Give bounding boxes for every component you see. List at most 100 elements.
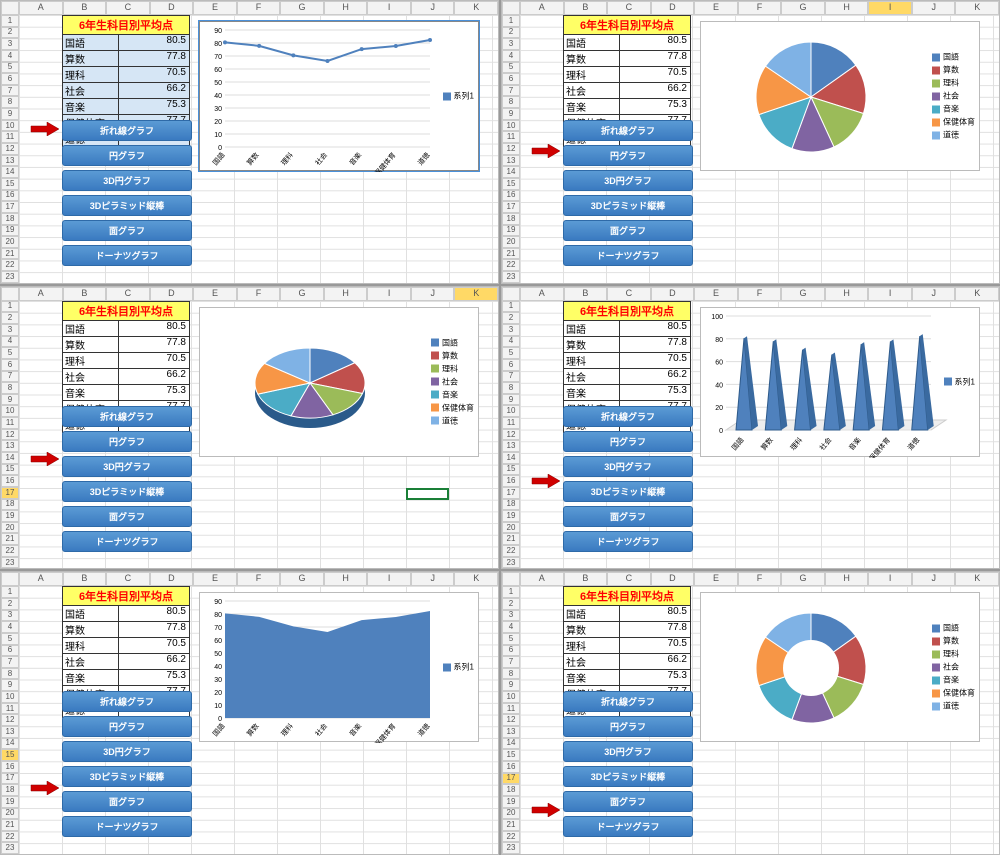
table-row[interactable]: 国語80.5: [62, 321, 190, 337]
chart-container[interactable]: 0102030405060708090国語算数理科社会音楽保健体育道徳系列1: [199, 592, 479, 742]
column-header[interactable]: K: [955, 572, 999, 586]
chart-type-button[interactable]: 円グラフ: [62, 431, 192, 452]
chart-type-button[interactable]: ドーナツグラフ: [62, 531, 192, 552]
chart-type-button[interactable]: 円グラフ: [563, 145, 693, 166]
column-header[interactable]: G: [280, 287, 324, 301]
chart-type-button[interactable]: ドーナツグラフ: [563, 816, 693, 837]
row-header[interactable]: 9: [1, 394, 19, 406]
row-header[interactable]: 1: [1, 15, 19, 27]
row-header[interactable]: 16: [1, 761, 19, 773]
column-header[interactable]: H: [825, 1, 869, 15]
column-header[interactable]: B: [564, 287, 608, 301]
column-header[interactable]: E: [193, 572, 237, 586]
row-header[interactable]: 17: [1, 773, 19, 785]
row-header[interactable]: 18: [1, 213, 19, 225]
row-header[interactable]: 6: [502, 359, 520, 371]
row-header[interactable]: 18: [502, 213, 520, 225]
row-header[interactable]: 22: [502, 259, 520, 271]
column-header[interactable]: D: [651, 287, 695, 301]
table-row[interactable]: 音楽75.3: [563, 670, 691, 686]
table-row[interactable]: 算数77.8: [563, 337, 691, 353]
table-row[interactable]: 音楽75.3: [563, 385, 691, 401]
chart-type-button[interactable]: 円グラフ: [563, 716, 693, 737]
row-header[interactable]: 14: [502, 166, 520, 178]
row-header[interactable]: 14: [502, 738, 520, 750]
row-header[interactable]: 21: [502, 533, 520, 545]
sheet-grid[interactable]: 6年生科目別平均点国語80.5算数77.8理科70.5社会66.2音楽75.3保…: [19, 15, 498, 283]
table-row[interactable]: 社会66.2: [62, 83, 190, 99]
row-header[interactable]: 17: [502, 773, 520, 785]
row-header[interactable]: 11: [1, 703, 19, 715]
row-header[interactable]: 18: [1, 499, 19, 511]
column-header[interactable]: G: [781, 287, 825, 301]
row-header[interactable]: 14: [1, 452, 19, 464]
row-header[interactable]: 8: [502, 96, 520, 108]
column-header[interactable]: E: [193, 287, 237, 301]
row-header[interactable]: 19: [1, 225, 19, 237]
row-header[interactable]: 14: [1, 166, 19, 178]
column-header[interactable]: E: [694, 287, 738, 301]
column-header[interactable]: B: [63, 1, 107, 15]
chart-type-button[interactable]: 3D円グラフ: [62, 456, 192, 477]
row-header[interactable]: 4: [502, 621, 520, 633]
row-header[interactable]: 1: [1, 301, 19, 313]
row-header[interactable]: 7: [1, 85, 19, 97]
chart-container[interactable]: 0102030405060708090国語算数理科社会音楽保健体育道徳系列1: [199, 21, 479, 171]
row-header[interactable]: 7: [1, 371, 19, 383]
column-header[interactable]: C: [607, 1, 651, 15]
column-header[interactable]: B: [63, 287, 107, 301]
column-header[interactable]: H: [825, 572, 869, 586]
column-header[interactable]: F: [237, 287, 281, 301]
row-header[interactable]: 1: [502, 301, 520, 313]
row-header[interactable]: 6: [502, 73, 520, 85]
column-header[interactable]: C: [106, 287, 150, 301]
row-header[interactable]: 4: [502, 336, 520, 348]
select-all-corner[interactable]: [1, 1, 19, 15]
sheet-grid[interactable]: 6年生科目別平均点国語80.5算数77.8理科70.5社会66.2音楽75.3保…: [520, 15, 999, 283]
sheet-grid[interactable]: 6年生科目別平均点国語80.5算数77.8理科70.5社会66.2音楽75.3保…: [520, 586, 999, 854]
row-header[interactable]: 22: [1, 545, 19, 557]
row-header[interactable]: 13: [1, 440, 19, 452]
chart-type-button[interactable]: 折れ線グラフ: [62, 406, 192, 427]
chart-type-button[interactable]: ドーナツグラフ: [563, 245, 693, 266]
chart-type-button[interactable]: 3Dピラミッド縦棒: [563, 766, 693, 787]
row-header[interactable]: 4: [502, 50, 520, 62]
table-row[interactable]: 理科70.5: [563, 67, 691, 83]
row-header[interactable]: 11: [502, 417, 520, 429]
column-header[interactable]: H: [324, 1, 368, 15]
row-header[interactable]: 17: [502, 487, 520, 499]
chart-type-button[interactable]: ドーナツグラフ: [62, 816, 192, 837]
row-header[interactable]: 23: [502, 557, 520, 569]
row-header[interactable]: 3: [1, 324, 19, 336]
chart-container[interactable]: 国語算数理科社会音楽保健体育道徳: [700, 592, 980, 742]
chart-type-button[interactable]: 円グラフ: [62, 145, 192, 166]
chart-type-button[interactable]: 3Dピラミッド縦棒: [563, 481, 693, 502]
row-header[interactable]: 17: [502, 201, 520, 213]
column-header[interactable]: F: [738, 1, 782, 15]
column-header[interactable]: K: [955, 1, 999, 15]
row-header[interactable]: 18: [502, 784, 520, 796]
column-header[interactable]: A: [19, 287, 63, 301]
chart-type-button[interactable]: 3Dピラミッド縦棒: [62, 766, 192, 787]
table-row[interactable]: 理科70.5: [62, 353, 190, 369]
sheet-grid[interactable]: 6年生科目別平均点国語80.5算数77.8理科70.5社会66.2音楽75.3保…: [520, 301, 999, 569]
column-header[interactable]: A: [520, 287, 564, 301]
table-row[interactable]: 社会66.2: [62, 654, 190, 670]
row-header[interactable]: 23: [1, 557, 19, 569]
column-header[interactable]: B: [564, 572, 608, 586]
chart-type-button[interactable]: ドーナツグラフ: [563, 531, 693, 552]
table-row[interactable]: 算数77.8: [62, 51, 190, 67]
row-header[interactable]: 9: [1, 679, 19, 691]
row-header[interactable]: 16: [1, 190, 19, 202]
column-header[interactable]: H: [324, 572, 368, 586]
row-header[interactable]: 9: [1, 108, 19, 120]
row-header[interactable]: 9: [502, 679, 520, 691]
chart-type-button[interactable]: 折れ線グラフ: [563, 406, 693, 427]
row-header[interactable]: 10: [502, 405, 520, 417]
row-header[interactable]: 4: [1, 621, 19, 633]
row-header[interactable]: 12: [502, 143, 520, 155]
chart-type-button[interactable]: 円グラフ: [563, 431, 693, 452]
row-header[interactable]: 17: [1, 487, 19, 499]
chart-type-button[interactable]: 円グラフ: [62, 716, 192, 737]
select-all-corner[interactable]: [1, 572, 19, 586]
